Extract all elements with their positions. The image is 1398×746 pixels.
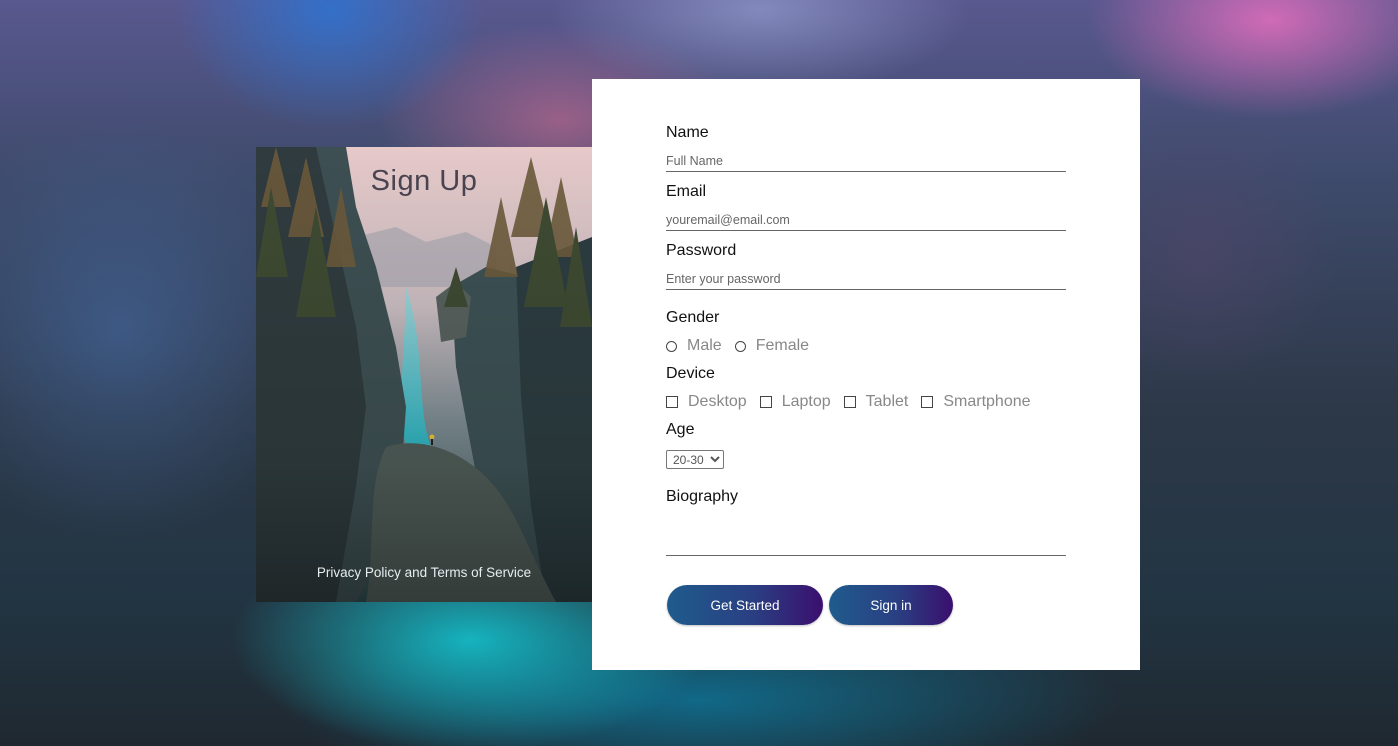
device-options: Desktop Laptop Tablet Smartphone [666,392,1044,412]
device-label: Device [666,365,715,382]
device-laptop-label[interactable]: Laptop [782,393,831,411]
biography-label: Biography [666,488,739,505]
device-smartphone-label[interactable]: Smartphone [943,393,1030,411]
gender-male-radio[interactable] [666,340,677,352]
device-tablet-label[interactable]: Tablet [866,393,909,411]
email-input[interactable] [666,210,1066,231]
gender-female-radio[interactable] [734,340,746,352]
gender-female-label[interactable]: Female [756,337,809,355]
get-started-button[interactable]: Get Started [667,585,823,625]
age-label: Age [666,421,695,438]
signup-form: Name Email Password Gender Male Female D… [592,79,1140,670]
sign-in-button[interactable]: Sign in [829,585,953,625]
device-desktop-checkbox[interactable] [666,396,678,408]
device-tablet-checkbox[interactable] [843,396,856,408]
device-laptop-checkbox[interactable] [759,396,772,408]
name-input[interactable] [666,151,1066,172]
photo-panel: Sign Up Privacy Policy and Terms of Serv… [256,147,592,602]
privacy-terms-link[interactable]: Privacy Policy and Terms of Service [256,565,592,580]
gender-options: Male Female [666,336,822,356]
device-desktop-label[interactable]: Desktop [688,393,747,411]
gender-male-label[interactable]: Male [687,337,722,355]
biography-textarea[interactable] [666,513,1066,556]
gender-label: Gender [666,309,720,326]
email-label: Email [666,183,707,200]
password-label: Password [666,242,737,259]
age-select[interactable]: 20-30 [666,450,724,469]
password-input[interactable] [666,269,1066,290]
device-smartphone-checkbox[interactable] [921,396,934,408]
landscape-photo [256,147,592,602]
name-label: Name [666,124,709,141]
signup-title: Sign Up [370,165,478,197]
